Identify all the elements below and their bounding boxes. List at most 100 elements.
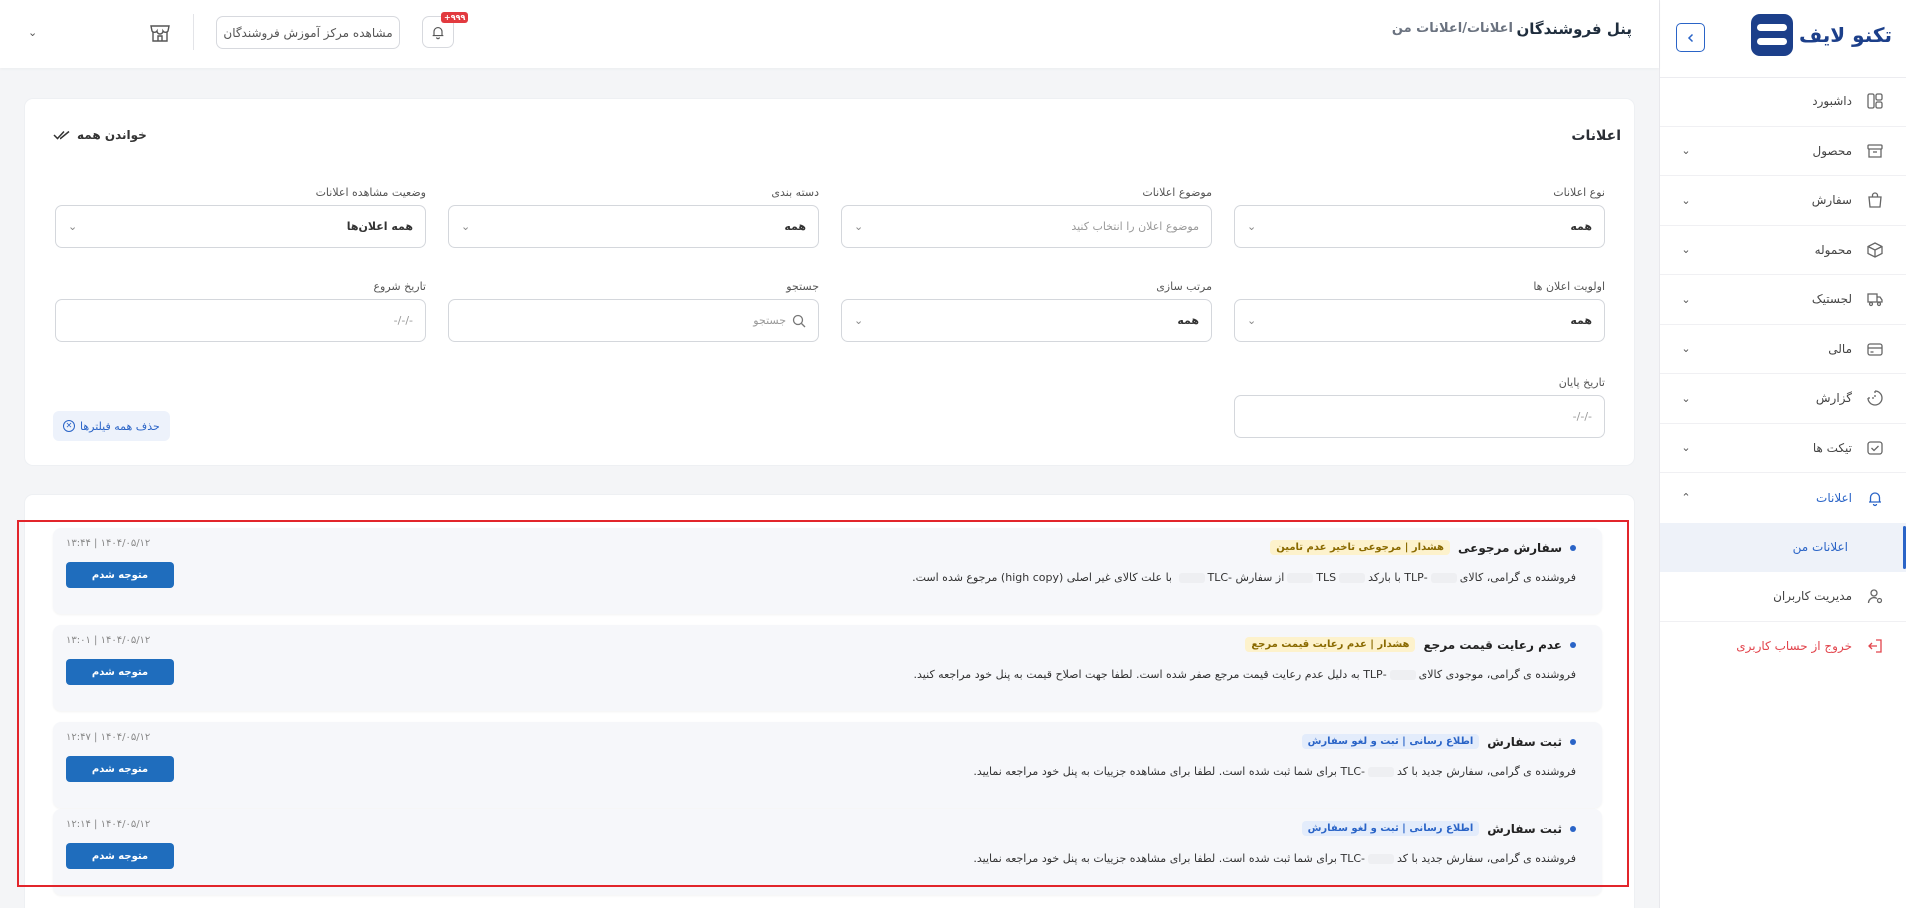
redacted-value (1339, 573, 1366, 583)
acknowledge-button[interactable]: متوجه شدم (66, 659, 174, 685)
body-text: با علت کالای غیر اصلی (high copy) مرجوع … (912, 571, 1172, 584)
type-filter-label: نوع اعلانات (1553, 186, 1605, 199)
body-text: -TLP (1363, 668, 1387, 681)
body-text: -TLP با بارکد (1368, 571, 1428, 584)
start-date-input[interactable]: -/-/- (55, 299, 426, 342)
sidebar-item-finance[interactable]: مالی ⌄ (1660, 325, 1906, 374)
body-text: فروشنده ی گرامی، سفارش جدید با کد (1397, 852, 1576, 865)
sidebar-item-dashboard[interactable]: داشبورد (1660, 77, 1906, 127)
body-text: -TLC (1340, 852, 1366, 865)
sidebar-item-label: مدیریت کاربران (1773, 589, 1852, 604)
package-icon (1864, 239, 1886, 261)
ticket-icon (1864, 437, 1886, 459)
training-center-button[interactable]: مشاهده مرکز آموزش فروشندگان (216, 16, 400, 49)
notification-item: سفارش مرجوعی هشدار | مرجوعی تاخیر عدم تا… (53, 528, 1602, 614)
sidebar-item-product[interactable]: محصول ⌄ (1660, 127, 1906, 176)
category-select-value: همه (784, 220, 806, 233)
category-filter: دسته بندی همه ⌄ (448, 186, 819, 248)
chevron-down-icon: ⌄ (1681, 193, 1691, 207)
notification-date: ۱۴۰۴/۰۵/۱۲ | ۱۲:۱۴ (66, 819, 151, 830)
sidebar-item-logistics[interactable]: لجستیک ⌄ (1660, 275, 1906, 325)
sort-select[interactable]: همه ⌄ (841, 299, 1212, 342)
clear-all-filters-label: حذف همه فیلترها (80, 419, 160, 433)
notification-date: ۱۴۰۴/۰۵/۱۲ | ۱۲:۴۷ (66, 732, 151, 743)
notification-title: ثبت سفارش (1487, 734, 1562, 749)
start-date-filter-label: تاریخ شروع (373, 280, 426, 293)
end-date-placeholder: -/-/- (1572, 410, 1592, 423)
sidebar-item-tickets[interactable]: تیکت ها ⌄ (1660, 424, 1906, 473)
notification-header: ثبت سفارش اطلاع رسانی | ثبت و لغو سفارش (1301, 734, 1576, 749)
logo-mark-icon (1750, 14, 1793, 56)
subject-select[interactable]: موضوع اعلان را انتخاب کنید ⌄ (841, 205, 1212, 248)
body-text: به دلیل عدم رعایت قیمت مرجع صفر شده است.… (913, 668, 1360, 681)
acknowledge-button[interactable]: متوجه شدم (66, 756, 174, 782)
notification-body: فروشنده ی گرامی، کالای -TLP با بارکد TLS از… (912, 571, 1576, 584)
priority-filter-label: اولویت اعلان ها (1533, 280, 1605, 293)
chevron-down-icon: ⌄ (1681, 441, 1691, 455)
chevron-down-icon: ⌄ (1681, 243, 1691, 257)
notification-item: ثبت سفارش اطلاع رسانی | ثبت و لغو سفارش … (53, 722, 1602, 808)
logo[interactable]: تکنو لایف (1750, 14, 1892, 56)
view-status-filter: وضعیت مشاهده اعلانات همه اعلان‌ها ⌄ (55, 186, 426, 248)
priority-select[interactable]: همه ⌄ (1234, 299, 1605, 342)
sidebar-item-logout[interactable]: خروج از حساب کاربری (1660, 622, 1906, 672)
acknowledge-button[interactable]: متوجه شدم (66, 843, 174, 869)
sidebar-item-label: سفارش (1811, 193, 1852, 208)
body-text: از سفارش (1235, 571, 1285, 584)
chevron-down-icon: ⌄ (1247, 220, 1257, 233)
chevron-down-icon[interactable]: ⌄ (28, 26, 37, 39)
notification-tag: اطلاع رسانی | ثبت و لغو سفارش (1301, 734, 1480, 749)
bell-icon (432, 26, 444, 40)
chevron-left-icon (1687, 33, 1693, 42)
report-icon (1864, 387, 1886, 409)
notification-item: ثبت سفارش اطلاع رسانی | ثبت و لغو سفارش … (53, 809, 1602, 895)
notification-title: عدم رعایت قیمت مرجع (1423, 637, 1562, 652)
close-circle-icon: ✕ (63, 420, 75, 432)
store-icon[interactable] (147, 20, 173, 46)
sidebar-item-report[interactable]: گزارش ⌄ (1660, 374, 1906, 424)
redacted-value (1430, 573, 1457, 583)
start-date-placeholder: -/-/- (393, 314, 413, 327)
sidebar-item-label: خروج از حساب کاربری (1736, 639, 1852, 654)
type-filter: نوع اعلانات همه ⌄ (1234, 186, 1605, 248)
sidebar-nav: داشبورد محصول ⌄ سفارش ⌄ محموله ⌄ لجستیک … (1660, 77, 1906, 671)
type-select-value: همه (1570, 220, 1592, 233)
sidebar: تکنو لایف داشبورد محصول ⌄ سفارش ⌄ محموله… (1659, 0, 1906, 908)
sidebar-collapse-button[interactable] (1676, 23, 1705, 52)
chevron-down-icon: ⌄ (1681, 292, 1691, 306)
sidebar-subitem-my-notifications[interactable]: اعلانات من (1660, 522, 1906, 572)
sidebar-item-user-management[interactable]: مدیریت کاربران (1660, 572, 1906, 622)
search-input[interactable]: جستجو (448, 299, 819, 342)
body-text: فروشنده ی گرامی، موجودی کالای (1418, 668, 1576, 681)
subject-filter-label: موضوع اعلانات (1142, 186, 1212, 199)
bell-icon (1864, 487, 1886, 509)
clear-all-filters-button[interactable]: حذف همه فیلترها ✕ (53, 411, 170, 441)
filters-card: اعلانات خواندن همه نوع اعلانات همه ⌄ موض… (24, 98, 1635, 466)
end-date-input[interactable]: -/-/- (1234, 395, 1605, 438)
logout-icon (1864, 635, 1886, 657)
sidebar-item-label: گزارش (1815, 391, 1852, 406)
body-text: -TLC (1340, 765, 1366, 778)
chevron-down-icon: ⌄ (1247, 314, 1257, 327)
category-select[interactable]: همه ⌄ (448, 205, 819, 248)
notification-title: سفارش مرجوعی (1458, 540, 1562, 555)
body-text: -TLC (1207, 571, 1233, 584)
chevron-up-icon: ⌃ (1681, 491, 1691, 505)
redacted-value (1368, 854, 1395, 864)
type-select[interactable]: همه ⌄ (1234, 205, 1605, 248)
notification-header: ثبت سفارش اطلاع رسانی | ثبت و لغو سفارش (1301, 821, 1576, 836)
read-all-label: خواندن همه (77, 128, 147, 142)
view-status-select[interactable]: همه اعلان‌ها ⌄ (55, 205, 426, 248)
redacted-value (1287, 573, 1314, 583)
subject-select-placeholder: موضوع اعلان را انتخاب کنید (1071, 220, 1199, 233)
sidebar-item-label: داشبورد (1812, 94, 1852, 109)
search-icon (792, 314, 806, 327)
view-status-filter-label: وضعیت مشاهده اعلانات (315, 186, 426, 199)
read-all-button[interactable]: خواندن همه (53, 128, 147, 142)
sidebar-item-order[interactable]: سفارش ⌄ (1660, 176, 1906, 226)
sidebar-item-notifications[interactable]: اعلانات ⌃ (1660, 473, 1906, 523)
sidebar-item-shipment[interactable]: محموله ⌄ (1660, 226, 1906, 275)
end-date-filter-label: تاریخ پایان (1558, 376, 1605, 389)
logo-text: تکنو لایف (1798, 22, 1892, 47)
acknowledge-button[interactable]: متوجه شدم (66, 562, 174, 588)
